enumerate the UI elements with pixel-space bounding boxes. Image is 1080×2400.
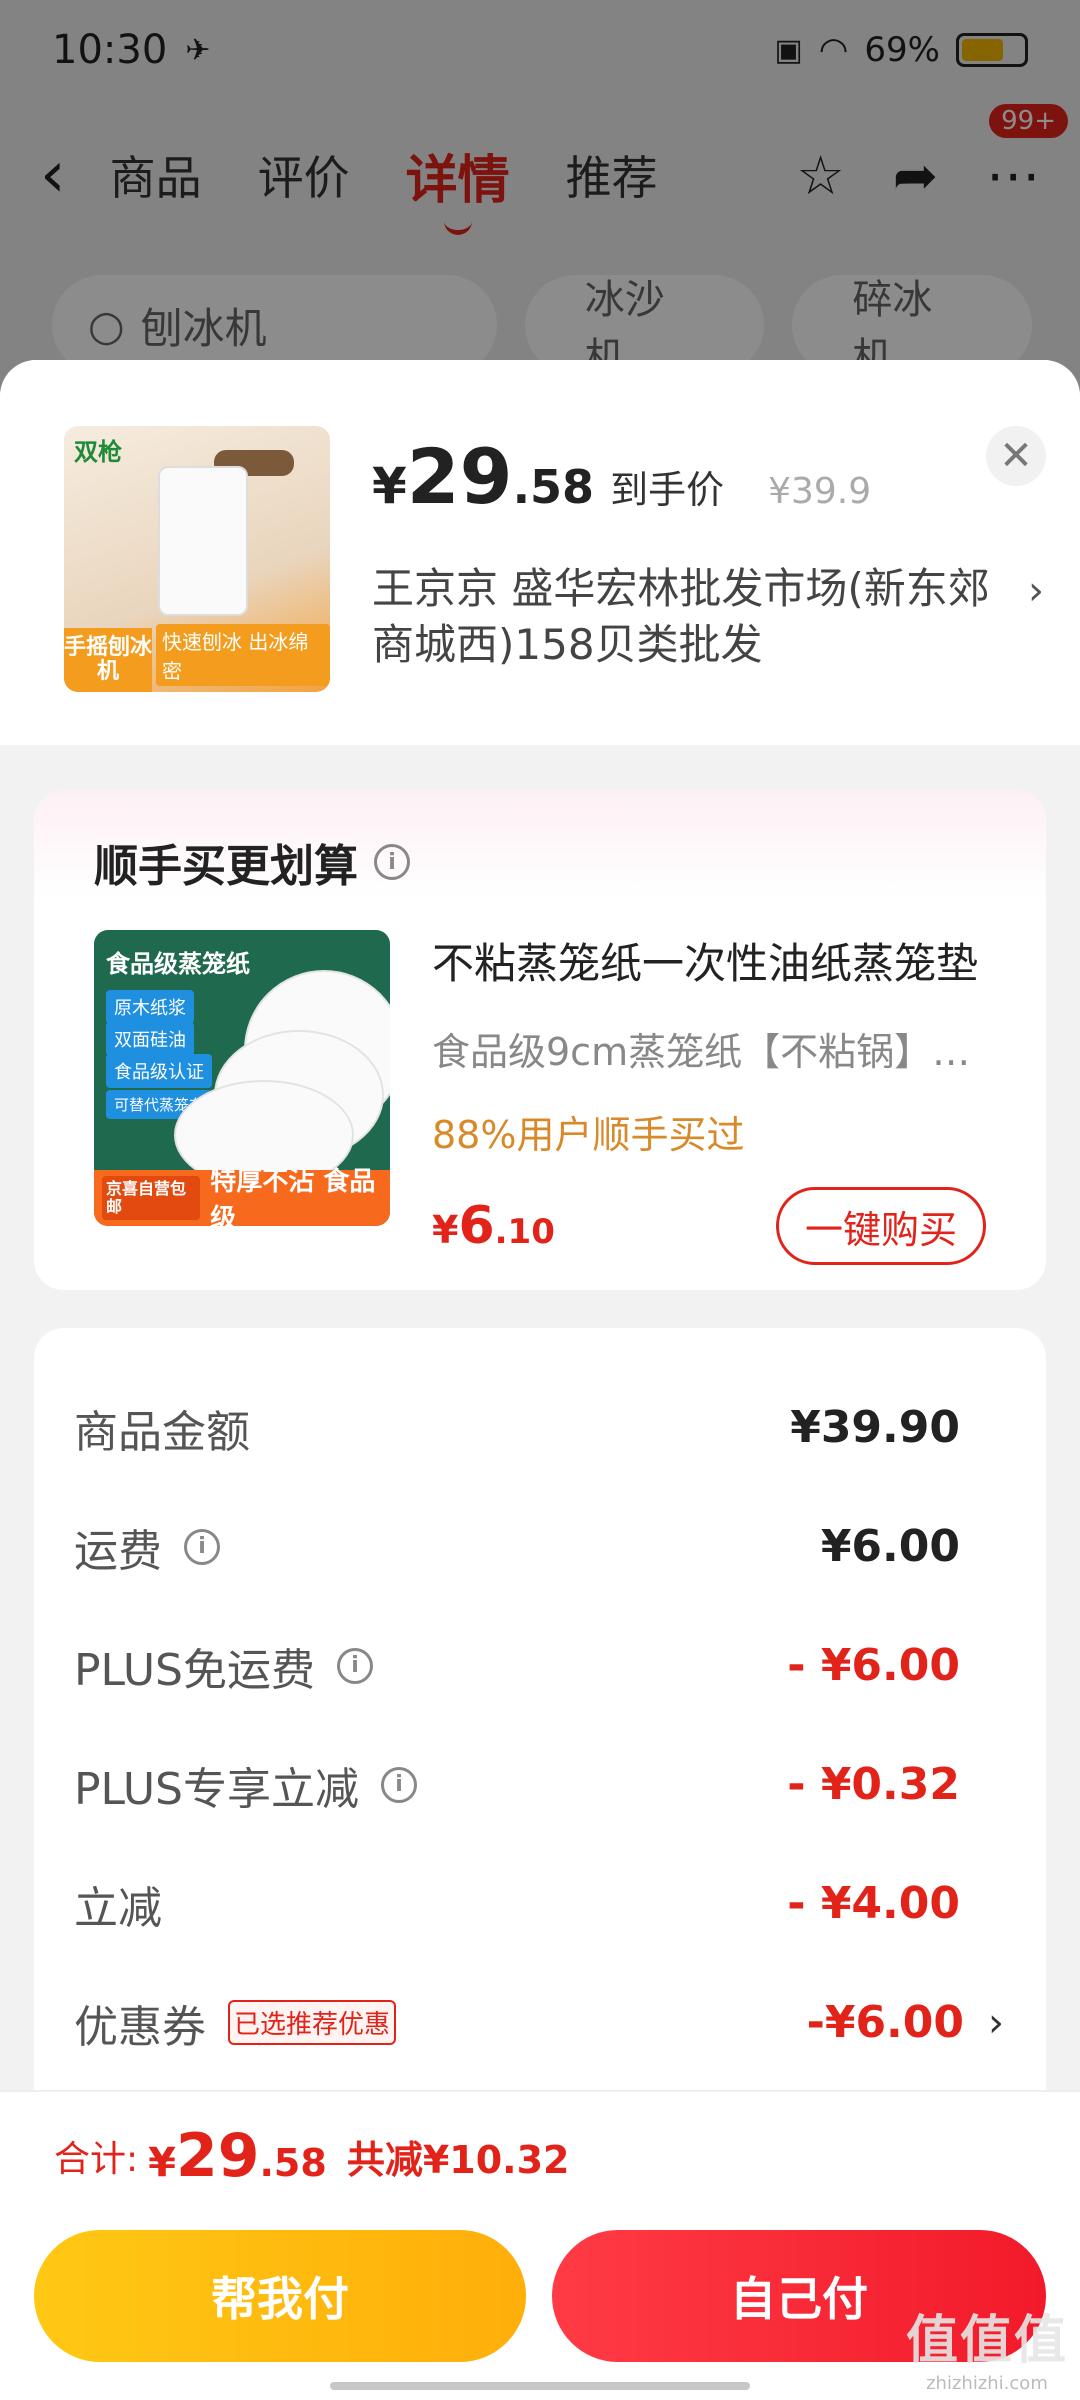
close-icon: ✕ (999, 433, 1033, 479)
total-label: 合计: (54, 2139, 139, 2180)
help-pay-button[interactable]: 帮我付 (34, 2230, 526, 2362)
addon-info: 不粘蒸笼纸一次性油纸蒸笼垫 食品级9cm蒸笼纸【不粘锅】家用 88%用户顺手买过… (432, 930, 986, 1265)
home-indicator[interactable] (330, 2382, 750, 2390)
total-yen: ¥ (148, 2140, 176, 2186)
addon-image-banner: 京喜自营包邮 特厚不沾 食品级 (94, 1167, 390, 1226)
summary-label: 商品金额 (74, 1406, 250, 1458)
addon-image-label: 食品级认证 (106, 1054, 212, 1088)
chevron-right-icon: › (1028, 568, 1044, 614)
product-image-tag: 手摇刨冰机 (64, 628, 152, 692)
addon-price-row: ¥6.10 一键购买 (432, 1187, 986, 1265)
summary-value: - ¥6.00 (787, 1640, 960, 1691)
addon-image-bottom: 特厚不沾 食品级 (210, 1167, 376, 1226)
price-yen: ¥ (372, 457, 407, 515)
summary-value: - ¥0.32 (787, 1759, 960, 1810)
summary-value: ¥6.00 (820, 1521, 960, 1572)
chevron-right-icon: › (988, 1999, 1004, 2046)
shop-name: 王京京 盛华宏林批发市场(新东郊商城西)158贝类批发 (372, 564, 990, 669)
summary-value: - ¥4.00 (787, 1878, 960, 1929)
addon-name: 不粘蒸笼纸一次性油纸蒸笼垫 (432, 939, 979, 988)
addon-title: 顺手买更划算 (94, 841, 358, 892)
addon-image-label: 双面硅油 (106, 1022, 194, 1056)
addon-price: ¥6.10 (432, 1196, 555, 1256)
addon-title-row: 顺手买更划算 i (94, 830, 986, 894)
brand-logo: 双枪 (74, 438, 122, 466)
addon-image: 食品级蒸笼纸 原木纸浆 双面硅油 食品级认证 可替代蒸笼布 京喜自营包邮 特厚不… (94, 930, 390, 1226)
summary-label: PLUS专享立减 (74, 1763, 359, 1815)
addon-image-label: 原木纸浆 (106, 990, 194, 1024)
price-summary: 商品金额 ¥39.90 运费 i ¥6.00 PLUS免运费 i - ¥6.00 P… (34, 1328, 1046, 2118)
summary-label: 运费 (74, 1525, 162, 1577)
addon-card: 顺手买更划算 i 食品级蒸笼纸 原木纸浆 双面硅油 食品级认证 可替代蒸笼布 京… (34, 790, 1046, 1290)
price-dec: .58 (512, 460, 595, 514)
summary-label: PLUS免运费 (74, 1644, 315, 1696)
summary-row: PLUS免运费 i - ¥6.00 (74, 1606, 960, 1725)
summary-row: 商品金额 ¥39.90 (74, 1368, 960, 1487)
total-int: 29 (175, 2121, 260, 2191)
addon-bought: 88%用户顺手买过 (432, 1113, 745, 1157)
summary-label: 优惠券 (74, 2001, 206, 2053)
watermark: 值值值 zhizhizhi.com (906, 2298, 1068, 2394)
original-price: ¥39.9 (768, 471, 872, 512)
total-dec: .58 (259, 2141, 327, 2185)
watermark-sub: zhizhizhi.com (926, 2373, 1048, 2394)
price-row: ¥29.58 到手价 ¥39.9 (372, 432, 1044, 521)
addon-item[interactable]: 食品级蒸笼纸 原木纸浆 双面硅油 食品级认证 可替代蒸笼布 京喜自营包邮 特厚不… (94, 930, 986, 1265)
info-icon[interactable]: i (381, 1766, 417, 1803)
coupon-tag: 已选推荐优惠 (228, 2000, 397, 2045)
final-price: ¥29.58 (372, 432, 594, 521)
info-icon[interactable]: i (184, 1528, 220, 1565)
info-icon[interactable]: i (337, 1647, 373, 1684)
watermark-main: 值值值 (905, 2311, 1068, 2371)
checkout-sheet: 双枪 手摇刨冰机 快速刨冰 出冰绵密 ¥29.58 到手价 ¥39.9 王京京 … (0, 360, 1080, 2400)
product-info: ¥29.58 到手价 ¥39.9 王京京 盛华宏林批发市场(新东郊商城西)158… (372, 426, 1044, 715)
product-image: 双枪 手摇刨冰机 快速刨冰 出冰绵密 (64, 426, 330, 692)
summary-value: -¥6.00 (806, 1997, 964, 2048)
addon-price-int: 6 (458, 1196, 495, 1256)
product-image-subtag: 快速刨冰 出冰绵密 (156, 624, 330, 686)
close-button[interactable]: ✕ (986, 426, 1046, 486)
addon-desc: 食品级9cm蒸笼纸【不粘锅】家用 (432, 1030, 986, 1074)
summary-row: 立减 - ¥4.00 (74, 1844, 960, 1963)
shop-selector[interactable]: 王京京 盛华宏林批发市场(新东郊商城西)158贝类批发 › (372, 561, 1044, 673)
total-saved: 共减¥10.32 (346, 2137, 570, 2182)
summary-row: PLUS专享立减 i - ¥0.32 (74, 1725, 960, 1844)
addon-image-title: 食品级蒸笼纸 (106, 950, 250, 978)
coupon-row[interactable]: 优惠券 已选推荐优惠 -¥6.00 › (74, 1963, 1004, 2082)
addon-price-yen: ¥ (432, 1208, 459, 1252)
info-icon[interactable]: i (374, 844, 410, 880)
price-int: 29 (406, 432, 513, 521)
one-click-buy-button[interactable]: 一键购买 (775, 1187, 986, 1265)
summary-value: ¥39.90 (790, 1402, 960, 1453)
summary-label: 立减 (74, 1882, 162, 1934)
addon-image-badge: 京喜自营包邮 (102, 1176, 201, 1220)
summary-row: 运费 i ¥6.00 (74, 1487, 960, 1606)
addon-price-dec: .10 (494, 1212, 555, 1252)
price-label: 到手价 (610, 468, 725, 512)
product-body (158, 466, 248, 616)
total-bar: 合计: ¥29.58 共减¥10.32 (0, 2090, 1080, 2220)
total-amount: ¥29.58 (148, 2121, 327, 2191)
product-card: 双枪 手摇刨冰机 快速刨冰 出冰绵密 ¥29.58 到手价 ¥39.9 王京京 … (0, 360, 1080, 745)
